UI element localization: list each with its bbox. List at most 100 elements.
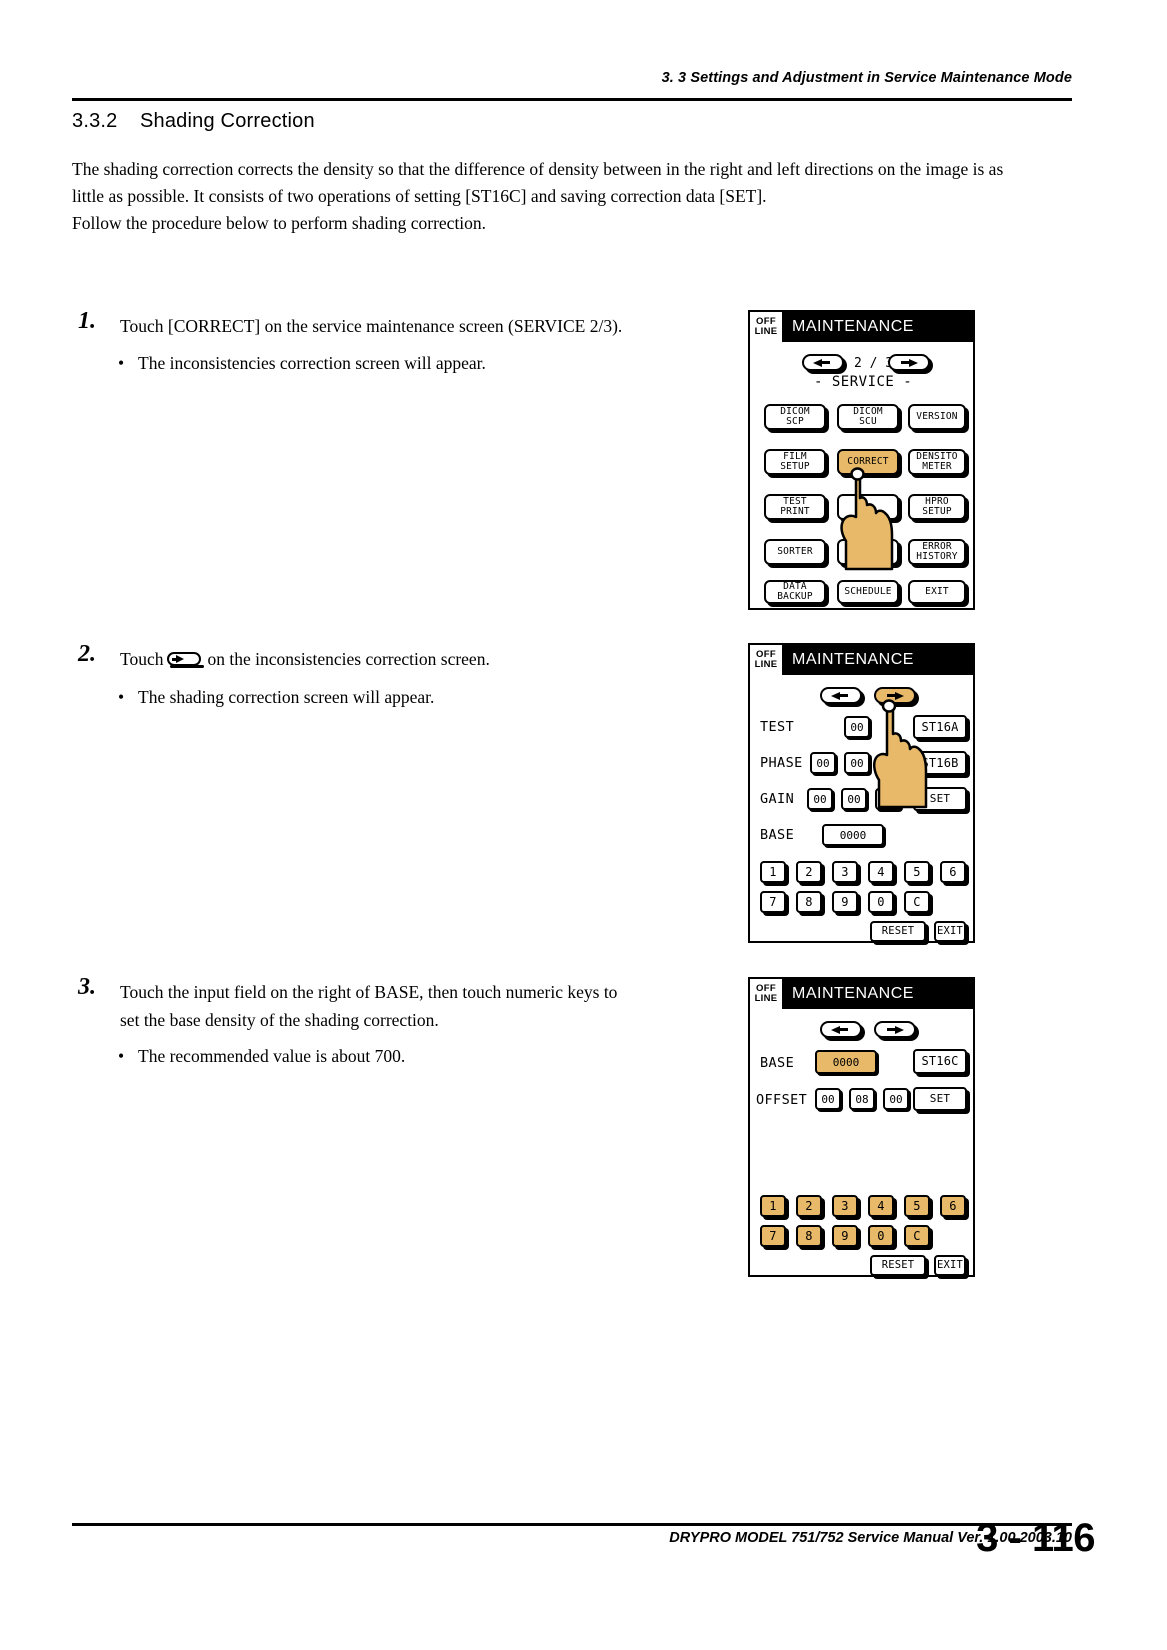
value-base[interactable]: 0000 [822, 824, 884, 846]
next-page-button[interactable] [888, 354, 930, 371]
intro-line-2: little as possible. It consists of two o… [72, 186, 767, 206]
row-label-phase: PHASE [760, 755, 803, 771]
offline-badge: OFF LINE [750, 979, 784, 1009]
keypad-key-3[interactable]: 3 [832, 1195, 858, 1217]
keypad-key-1[interactable]: 1 [760, 1195, 786, 1217]
keypad-key-9[interactable]: 9 [832, 1225, 858, 1247]
keypad-key-8[interactable]: 8 [796, 891, 822, 913]
step-3-text: Touch the input field on the right of BA… [120, 978, 720, 1034]
panel-title-text: MAINTENANCE [792, 318, 914, 335]
label-line-2: BACKUP [777, 591, 813, 602]
keypad-key-8[interactable]: 8 [796, 1225, 822, 1247]
prev-page-button[interactable] [820, 687, 862, 704]
button-error-history[interactable]: ERROR HISTORY [908, 539, 966, 565]
button-exit[interactable]: EXIT [934, 921, 966, 942]
footer-page-number: 3 - 116 [976, 1516, 1095, 1560]
button-film-setup[interactable]: FILM SETUP [764, 449, 826, 475]
value-offset-2[interactable]: 08 [849, 1088, 875, 1110]
label-line-1: ST16B [921, 755, 959, 770]
step-2-text: Touch on the inconsistencies correction s… [120, 645, 720, 673]
keypad-key-6[interactable]: 6 [940, 1195, 966, 1217]
step-1-bullet: • The inconsistencies correction screen … [118, 350, 718, 377]
panel-title-text: MAINTENANCE [792, 985, 914, 1002]
panel-titlebar: OFF LINE MAINTENANCE [750, 312, 973, 342]
button-version[interactable]: VERSION [908, 404, 966, 430]
button-sorter[interactable]: SORTER [764, 539, 826, 565]
value-offset-3[interactable]: 00 [883, 1088, 909, 1110]
button-dicom-scu[interactable]: DICOM SCU [837, 404, 899, 430]
button-unlabeled-row4[interactable] [837, 539, 899, 565]
button-reset[interactable]: RESET [870, 921, 926, 942]
running-head: 3. 3 Settings and Adjustment in Service … [661, 70, 1072, 86]
button-schedule[interactable]: SCHEDULE [837, 580, 899, 604]
keypad-key-2[interactable]: 2 [796, 861, 822, 883]
button-dicom-scp[interactable]: DICOM SCP [764, 404, 826, 430]
label-line-1: VERSION [916, 410, 958, 422]
row-label-offset: OFFSET [756, 1092, 808, 1108]
panel-titlebar: OFF LINE MAINTENANCE [750, 979, 973, 1009]
button-st16b[interactable]: ST16B [913, 751, 967, 775]
page-title: 3.3.2 Shading Correction [72, 110, 315, 133]
keypad-key-0[interactable]: 0 [868, 891, 894, 913]
value-offset-1[interactable]: 00 [815, 1088, 841, 1110]
value-test-1[interactable]: 00 [844, 716, 870, 738]
prev-page-button[interactable] [820, 1021, 862, 1038]
keypad-key-clear[interactable]: C [904, 891, 930, 913]
button-exit[interactable]: EXIT [934, 1255, 966, 1276]
button-set[interactable]: SET [913, 787, 967, 811]
keypad-key-1[interactable]: 1 [760, 861, 786, 883]
keypad-key-2[interactable]: 2 [796, 1195, 822, 1217]
value-gain-3[interactable]: 00 [875, 788, 901, 810]
next-page-button[interactable] [874, 687, 916, 704]
intro-line-1: The shading correction corrects the dens… [72, 159, 1004, 179]
step-1-text: Touch [CORRECT] on the service maintenan… [120, 316, 623, 336]
button-set[interactable]: SET [913, 1087, 967, 1111]
intro-paragraph: The shading correction corrects the dens… [72, 156, 1072, 237]
footer-divider [72, 1523, 1072, 1526]
label-line-1: ST16A [921, 719, 959, 734]
keypad-key-5[interactable]: 5 [904, 1195, 930, 1217]
step-3-text-line-2: set the base density of the shading corr… [120, 1010, 439, 1030]
button-unlabeled-row3[interactable] [837, 494, 899, 520]
keypad-key-7[interactable]: 7 [760, 891, 786, 913]
prev-page-button[interactable] [802, 354, 844, 371]
button-data-backup[interactable]: DATA BACKUP [764, 580, 826, 604]
keypad-key-clear[interactable]: C [904, 1225, 930, 1247]
button-densito-meter[interactable]: DENSITO METER [908, 449, 966, 475]
offline-line-2: LINE [754, 326, 778, 337]
keypad-key-4[interactable]: 4 [868, 1195, 894, 1217]
value-gain-2[interactable]: 00 [841, 788, 867, 810]
keypad-key-0[interactable]: 0 [868, 1225, 894, 1247]
value-phase-1[interactable]: 00 [810, 752, 836, 774]
value-gain-1[interactable]: 00 [807, 788, 833, 810]
keypad-key-4[interactable]: 4 [868, 861, 894, 883]
keypad-key-5[interactable]: 5 [904, 861, 930, 883]
button-st16c[interactable]: ST16C [913, 1049, 967, 1074]
next-page-button[interactable] [874, 1021, 916, 1038]
button-hpro-setup[interactable]: HPRO SETUP [908, 494, 966, 520]
keypad-key-7[interactable]: 7 [760, 1225, 786, 1247]
label-line-2: PRINT [780, 506, 810, 517]
keypad-key-9[interactable]: 9 [832, 891, 858, 913]
step-2-text-after: on the inconsistencies correction screen… [207, 649, 490, 669]
keypad-key-3[interactable]: 3 [832, 861, 858, 883]
value-phase-2[interactable]: 00 [844, 752, 870, 774]
label-line-1: SET [929, 791, 951, 805]
button-exit[interactable]: EXIT [908, 580, 966, 604]
button-test-print[interactable]: TEST PRINT [764, 494, 826, 520]
label-line-2: METER [922, 461, 952, 472]
button-reset[interactable]: RESET [870, 1255, 926, 1276]
panel-titlebar: OFF LINE MAINTENANCE [750, 645, 973, 675]
panel-title-text: MAINTENANCE [792, 651, 914, 668]
label-line-1: EXIT [925, 585, 949, 597]
step-2-number: 2. [78, 641, 96, 667]
bullet-dot: • [118, 353, 125, 373]
keypad-key-6[interactable]: 6 [940, 861, 966, 883]
button-correct[interactable]: CORRECT [837, 449, 899, 475]
service-label: - SERVICE - [814, 374, 913, 390]
bullet-dot: • [118, 1046, 125, 1066]
right-arrow-icon [166, 652, 205, 668]
button-st16a[interactable]: ST16A [913, 715, 967, 739]
row-label-base: BASE [760, 1055, 795, 1071]
value-base[interactable]: 0000 [815, 1050, 877, 1074]
